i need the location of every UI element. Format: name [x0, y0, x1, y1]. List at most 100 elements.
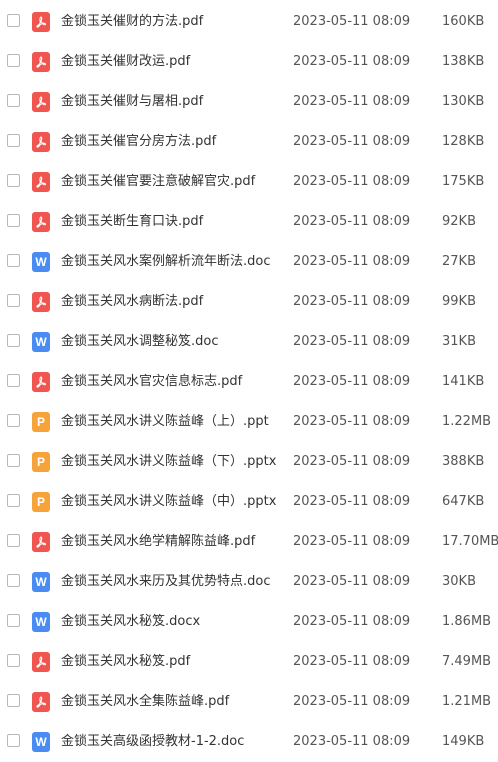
- row-checkbox[interactable]: [7, 294, 20, 307]
- icon-letter: W: [35, 735, 47, 749]
- file-size: 175KB: [442, 174, 485, 189]
- file-row[interactable]: 金锁玉关风水官灾信息标志.pdf 2023-05-11 08:09 141KB: [0, 361, 498, 401]
- file-size: 149KB: [442, 734, 485, 749]
- file-name[interactable]: 金锁玉关风水绝学精解陈益峰.pdf: [61, 532, 255, 552]
- file-name[interactable]: 金锁玉关风水讲义陈益峰（上）.ppt: [61, 412, 269, 432]
- icon-letter: P: [36, 495, 45, 509]
- file-row[interactable]: 金锁玉关催官分房方法.pdf 2023-05-11 08:09 128KB: [0, 121, 498, 161]
- file-name[interactable]: 金锁玉关断生育口诀.pdf: [61, 212, 203, 232]
- pdf-file-icon: [32, 532, 50, 552]
- file-modified-date: 2023-05-11 08:09: [293, 494, 411, 509]
- word-file-icon: W: [32, 732, 50, 752]
- row-checkbox[interactable]: [7, 134, 20, 147]
- row-checkbox[interactable]: [7, 574, 20, 587]
- file-row[interactable]: 金锁玉关风水病断法.pdf 2023-05-11 08:09 99KB: [0, 281, 498, 321]
- file-row[interactable]: 金锁玉关催财与屠相.pdf 2023-05-11 08:09 130KB: [0, 81, 498, 121]
- file-size: 647KB: [442, 494, 485, 509]
- file-size: 7.49MB: [442, 654, 492, 669]
- pdf-file-icon: [32, 92, 50, 112]
- file-name[interactable]: 金锁玉关风水讲义陈益峰（下）.pptx: [61, 452, 276, 472]
- file-modified-date: 2023-05-11 08:09: [293, 134, 411, 149]
- file-row[interactable]: W 金锁玉关高级函授教材-1-2.doc 2023-05-11 08:09 14…: [0, 721, 498, 761]
- file-row[interactable]: P 金锁玉关风水讲义陈益峰（中）.pptx 2023-05-11 08:09 6…: [0, 481, 498, 521]
- file-size: 92KB: [442, 214, 476, 229]
- file-row[interactable]: 金锁玉关催财的方法.pdf 2023-05-11 08:09 160KB: [0, 1, 498, 41]
- file-size: 128KB: [442, 134, 485, 149]
- word-file-icon: W: [32, 572, 50, 592]
- row-checkbox[interactable]: [7, 374, 20, 387]
- pdf-file-icon: [32, 12, 50, 32]
- file-name[interactable]: 金锁玉关高级函授教材-1-2.doc: [61, 732, 244, 752]
- file-row[interactable]: 金锁玉关断生育口诀.pdf 2023-05-11 08:09 92KB: [0, 201, 498, 241]
- file-row[interactable]: W 金锁玉关风水案例解析流年断法.doc 2023-05-11 08:09 27…: [0, 241, 498, 281]
- file-name[interactable]: 金锁玉关风水来历及其优势特点.doc: [61, 572, 271, 592]
- file-size: 1.86MB: [442, 614, 492, 629]
- file-name[interactable]: 金锁玉关催官要注意破解官灾.pdf: [61, 172, 255, 192]
- file-row[interactable]: 金锁玉关风水秘笈.pdf 2023-05-11 08:09 7.49MB: [0, 641, 498, 681]
- file-name[interactable]: 金锁玉关风水病断法.pdf: [61, 292, 203, 312]
- file-modified-date: 2023-05-11 08:09: [293, 414, 411, 429]
- file-modified-date: 2023-05-11 08:09: [293, 694, 411, 709]
- row-checkbox[interactable]: [7, 534, 20, 547]
- word-file-icon: W: [32, 252, 50, 272]
- row-checkbox[interactable]: [7, 654, 20, 667]
- file-name[interactable]: 金锁玉关催官分房方法.pdf: [61, 132, 216, 152]
- file-name[interactable]: 金锁玉关催财改运.pdf: [61, 52, 190, 72]
- pdf-file-icon: [32, 652, 50, 672]
- file-name[interactable]: 金锁玉关催财与屠相.pdf: [61, 92, 203, 112]
- row-checkbox[interactable]: [7, 614, 20, 627]
- row-checkbox[interactable]: [7, 454, 20, 467]
- file-row[interactable]: P 金锁玉关风水讲义陈益峰（下）.pptx 2023-05-11 08:09 3…: [0, 441, 498, 481]
- row-checkbox[interactable]: [7, 734, 20, 747]
- file-name[interactable]: 金锁玉关风水案例解析流年断法.doc: [61, 252, 271, 272]
- file-name[interactable]: 金锁玉关风水秘笈.docx: [61, 612, 200, 632]
- file-modified-date: 2023-05-11 08:09: [293, 254, 411, 269]
- pdf-file-icon: [32, 212, 50, 232]
- file-size: 1.21MB: [442, 694, 492, 709]
- file-name[interactable]: 金锁玉关风水秘笈.pdf: [61, 652, 190, 672]
- row-checkbox[interactable]: [7, 214, 20, 227]
- file-name[interactable]: 金锁玉关风水全集陈益峰.pdf: [61, 692, 229, 712]
- row-checkbox[interactable]: [7, 494, 20, 507]
- file-size: 27KB: [442, 254, 476, 269]
- file-row[interactable]: P 金锁玉关风水讲义陈益峰（上）.ppt 2023-05-11 08:09 1.…: [0, 401, 498, 441]
- file-size: 388KB: [442, 454, 485, 469]
- file-row[interactable]: W 金锁玉关风水调整秘笈.doc 2023-05-11 08:09 31KB: [0, 321, 498, 361]
- file-size: 31KB: [442, 334, 476, 349]
- file-modified-date: 2023-05-11 08:09: [293, 374, 411, 389]
- row-checkbox[interactable]: [7, 694, 20, 707]
- row-checkbox[interactable]: [7, 414, 20, 427]
- file-size: 99KB: [442, 294, 476, 309]
- row-checkbox[interactable]: [7, 254, 20, 267]
- file-modified-date: 2023-05-11 08:09: [293, 534, 411, 549]
- row-checkbox[interactable]: [7, 174, 20, 187]
- file-size: 30KB: [442, 574, 476, 589]
- row-checkbox[interactable]: [7, 334, 20, 347]
- powerpoint-file-icon: P: [32, 492, 50, 512]
- file-row[interactable]: W 金锁玉关风水秘笈.docx 2023-05-11 08:09 1.86MB: [0, 601, 498, 641]
- file-row[interactable]: 金锁玉关催官要注意破解官灾.pdf 2023-05-11 08:09 175KB: [0, 161, 498, 201]
- powerpoint-file-icon: P: [32, 412, 50, 432]
- file-modified-date: 2023-05-11 08:09: [293, 454, 411, 469]
- file-size: 160KB: [442, 14, 485, 29]
- file-size: 1.22MB: [442, 414, 492, 429]
- file-modified-date: 2023-05-11 08:09: [293, 174, 411, 189]
- file-name[interactable]: 金锁玉关风水调整秘笈.doc: [61, 332, 219, 352]
- icon-letter: W: [35, 575, 47, 589]
- row-checkbox[interactable]: [7, 94, 20, 107]
- row-checkbox[interactable]: [7, 14, 20, 27]
- row-checkbox[interactable]: [7, 54, 20, 67]
- file-name[interactable]: 金锁玉关风水讲义陈益峰（中）.pptx: [61, 492, 276, 512]
- file-row[interactable]: W 金锁玉关风水来历及其优势特点.doc 2023-05-11 08:09 30…: [0, 561, 498, 601]
- file-row[interactable]: 金锁玉关风水全集陈益峰.pdf 2023-05-11 08:09 1.21MB: [0, 681, 498, 721]
- file-modified-date: 2023-05-11 08:09: [293, 614, 411, 629]
- pdf-file-icon: [32, 172, 50, 192]
- file-row[interactable]: 金锁玉关风水绝学精解陈益峰.pdf 2023-05-11 08:09 17.70…: [0, 521, 498, 561]
- file-name[interactable]: 金锁玉关风水官灾信息标志.pdf: [61, 372, 242, 392]
- file-name[interactable]: 金锁玉关催财的方法.pdf: [61, 12, 203, 32]
- icon-letter: W: [35, 335, 47, 349]
- pdf-file-icon: [32, 372, 50, 392]
- word-file-icon: W: [32, 612, 50, 632]
- file-row[interactable]: 金锁玉关催财改运.pdf 2023-05-11 08:09 138KB: [0, 41, 498, 81]
- file-size: 141KB: [442, 374, 485, 389]
